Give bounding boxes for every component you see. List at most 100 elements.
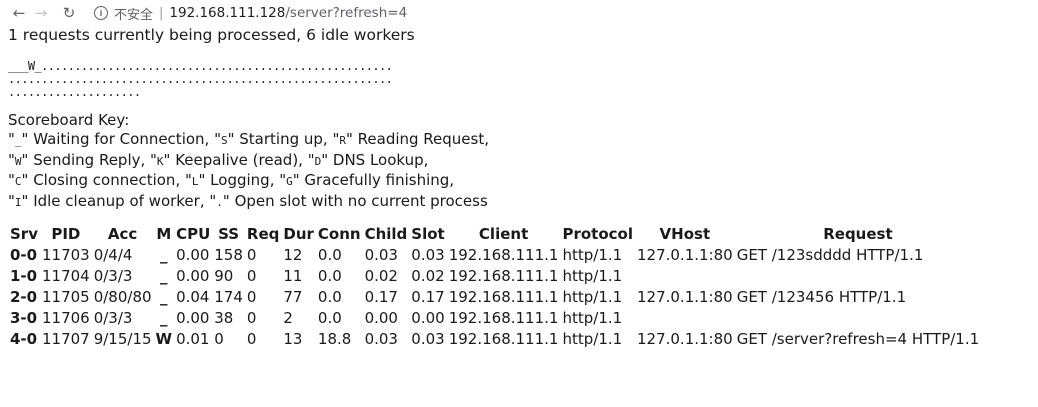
cell-cpu: 0.00 <box>176 266 210 285</box>
cell-protocol: http/1.1 <box>562 245 623 264</box>
cell-protocol: http/1.1 <box>562 329 623 348</box>
cell-req: 0 <box>246 308 257 327</box>
column-header-pid: PID <box>51 224 81 243</box>
security-label[interactable]: 不安全 <box>114 4 153 23</box>
key-code: C <box>14 175 22 188</box>
cell-srv: 0-0 <box>10 245 38 264</box>
cell-request: GET /123sdddd HTTP/1.1 <box>736 245 924 264</box>
info-icon[interactable]: i <box>94 6 108 20</box>
cell-m: _ <box>160 266 168 285</box>
column-header-ss: SS <box>218 224 240 243</box>
key-text: " DNS Lookup, <box>321 150 429 169</box>
cell-pid: 11706 <box>41 308 90 327</box>
cell-vhost <box>635 308 735 329</box>
column-header-client: Client <box>478 224 529 243</box>
scoreboard-key-title: Scoreboard Key: <box>8 110 130 129</box>
key-code: L <box>191 175 199 188</box>
key-text: " Logging, " <box>198 171 287 189</box>
key-text: " Keepalive (read), " <box>163 150 315 169</box>
cell-srv: 1-0 <box>10 266 38 285</box>
key-text: " Gracefully finishing, <box>292 171 455 189</box>
table-row: 0-0 11703 0/4/4 _ 0.00 158 0 12 0.0 0.03 0.03 192.1… <box>8 245 981 266</box>
column-header-slot: Slot <box>411 224 445 243</box>
cell-slot: 0.02 <box>411 266 445 285</box>
column-header-child: Child <box>364 224 408 243</box>
reload-icon[interactable]: ↻ <box>58 4 80 22</box>
cell-child: 0.02 <box>364 266 398 285</box>
key-code: S <box>220 134 228 147</box>
url-host[interactable]: 192.168.111.128 <box>169 5 285 21</box>
cell-protocol: http/1.1 <box>562 308 623 327</box>
key-text: " Sending Reply, " <box>21 150 157 169</box>
cell-m: _ <box>160 308 168 327</box>
worker-table-header: Srv PID Acc M CPU SS Req Dur Conn Child Slot Client… <box>8 224 981 245</box>
column-header-m: M <box>156 224 172 243</box>
cell-conn: 18.8 <box>317 329 352 348</box>
back-arrow-icon[interactable]: ← <box>8 4 30 22</box>
cell-request: GET /123456 HTTP/1.1 <box>736 287 907 306</box>
cell-conn: 0.0 <box>317 266 342 285</box>
cell-pid: 11704 <box>41 266 90 285</box>
cell-acc: 0/3/3 <box>93 308 133 327</box>
scoreboard: ___W_...................................… <box>8 58 1030 99</box>
key-code: W <box>14 154 22 168</box>
cell-srv: 3-0 <box>10 308 38 327</box>
cell-conn: 0.0 <box>317 245 342 264</box>
address-separator: | <box>159 5 164 21</box>
cell-slot: 0.03 <box>411 329 445 348</box>
cell-acc: 0/4/4 <box>93 245 133 264</box>
cell-child: 0.00 <box>364 308 398 327</box>
key-text: " <box>8 130 15 148</box>
cell-req: 0 <box>246 329 257 348</box>
cell-protocol: http/1.1 <box>562 287 623 306</box>
key-text: " <box>8 171 15 189</box>
key-code: G <box>286 175 293 188</box>
scoreboard-key-line: "_" Waiting for Connection, "S" Starting… <box>8 130 1030 151</box>
cell-dur: 2 <box>283 308 293 327</box>
cell-dur: 13 <box>283 329 303 348</box>
cell-vhost: 127.0.1.1:80 <box>636 245 733 264</box>
key-code: . <box>216 195 223 209</box>
cell-slot: 0.00 <box>411 308 445 327</box>
scoreboard-line: ........................................… <box>8 71 393 86</box>
cell-pid: 11705 <box>41 287 90 306</box>
scoreboard-key-line: "I" Idle cleanup of worker, "." Open slo… <box>8 192 1030 213</box>
column-header-request: Request <box>823 224 893 243</box>
key-code: R <box>339 134 346 147</box>
cell-request: GET /server?refresh=4 HTTP/1.1 <box>736 329 980 348</box>
cell-client: 192.168.111.1 <box>448 245 559 264</box>
cell-slot: 0.17 <box>411 287 445 306</box>
cell-acc: 0/80/80 <box>93 287 152 306</box>
cell-conn: 0.0 <box>317 308 342 327</box>
worker-table-body: 0-0 11703 0/4/4 _ 0.00 158 0 12 0.0 0.03 0.03 192.1… <box>8 245 981 350</box>
key-text: " Waiting for Connection, " <box>21 130 221 148</box>
cell-client: 192.168.111.1 <box>448 266 559 285</box>
address-bar[interactable]: i 不安全 | 192.168.111.128/server?refresh=4 <box>94 4 407 23</box>
cell-ss: 0 <box>214 329 224 348</box>
cell-m: _ <box>160 287 168 306</box>
url-path[interactable]: /server?refresh=4 <box>285 5 407 21</box>
cell-client: 192.168.111.1 <box>448 287 559 306</box>
cell-cpu: 0.00 <box>176 245 210 264</box>
column-header-srv: Srv <box>10 224 38 243</box>
page-content: 1 requests currently being processed, 6 … <box>0 26 1038 350</box>
cell-srv: 4-0 <box>10 329 38 348</box>
forward-arrow-icon[interactable]: → <box>30 4 52 22</box>
cell-req: 0 <box>246 245 257 264</box>
scoreboard-key: Scoreboard Key: "_" Waiting for Connecti… <box>8 111 1030 213</box>
cell-req: 0 <box>246 266 257 285</box>
key-code: I <box>14 195 22 209</box>
cell-client: 192.168.111.1 <box>448 308 559 327</box>
scoreboard-key-line: "W" Sending Reply, "K" Keepalive (read),… <box>8 151 1030 172</box>
column-header-acc: Acc <box>107 224 138 243</box>
key-text: " Closing connection, " <box>21 171 192 189</box>
cell-cpu: 0.01 <box>176 329 210 348</box>
cell-pid: 11707 <box>41 329 90 348</box>
column-header-req: Req <box>246 224 280 243</box>
scoreboard-line: ___W_...................................… <box>8 58 393 73</box>
column-header-protocol: Protocol <box>562 224 633 243</box>
key-text: " Starting up, " <box>227 130 340 148</box>
key-text: " <box>8 191 15 210</box>
cell-slot: 0.03 <box>411 245 445 264</box>
cell-ss: 38 <box>214 308 234 327</box>
